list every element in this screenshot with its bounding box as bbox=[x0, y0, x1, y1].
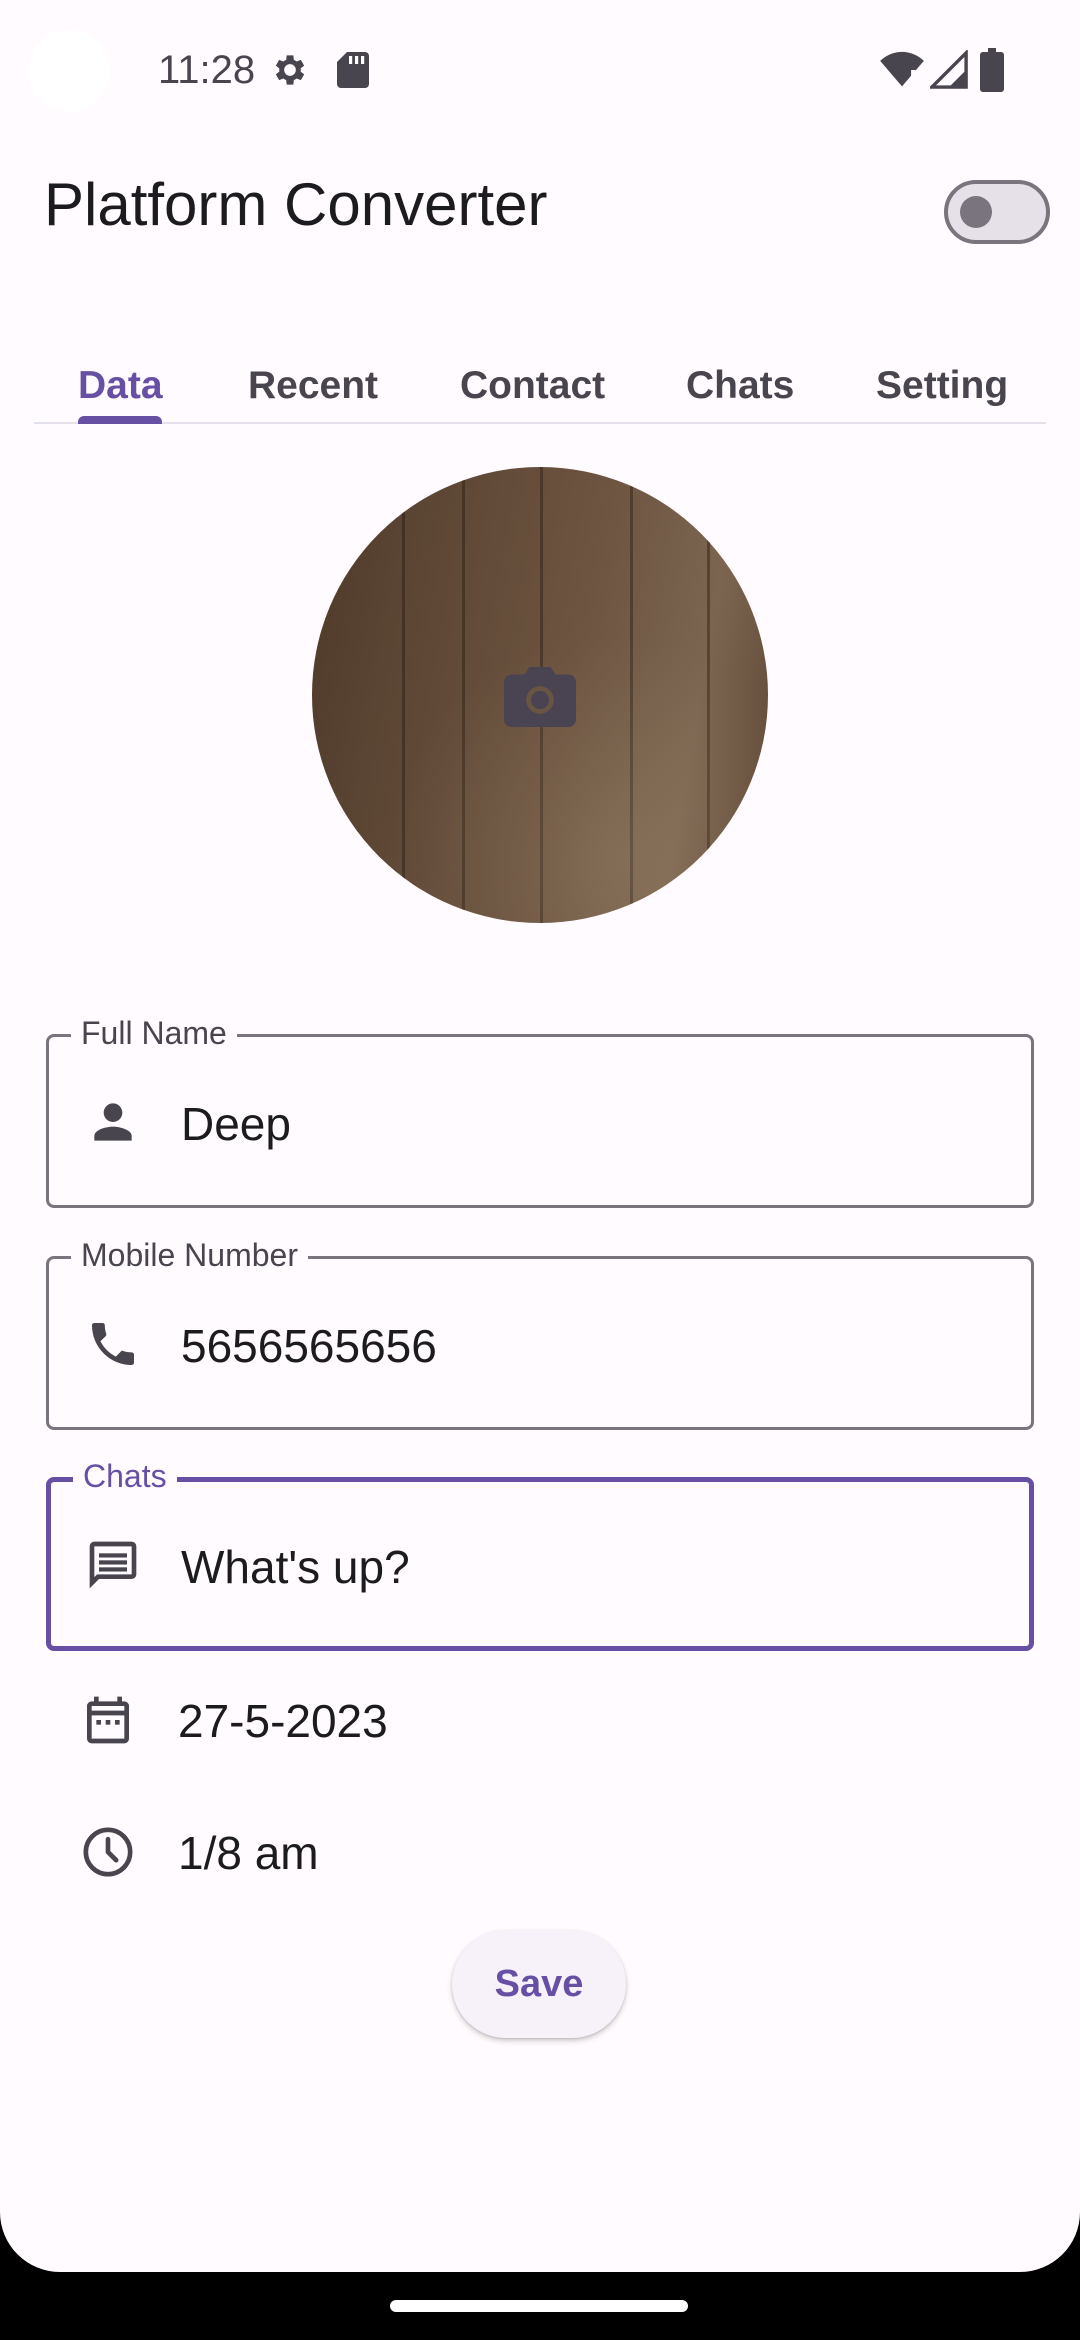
full-name-label: Full Name bbox=[71, 1015, 237, 1052]
chats-label: Chats bbox=[73, 1458, 177, 1495]
time-value: 1/8 am bbox=[178, 1827, 319, 1879]
date-picker-row[interactable]: 27-5-2023 bbox=[46, 1680, 1034, 1760]
status-time: 11:28 bbox=[158, 48, 256, 92]
tab-recent[interactable]: Recent bbox=[248, 364, 378, 408]
screen-corner-left bbox=[0, 2212, 60, 2272]
mobile-number-input[interactable]: 5656565656 bbox=[181, 1319, 437, 1373]
gear-icon bbox=[275, 55, 305, 85]
tab-chats[interactable]: Chats bbox=[686, 364, 794, 408]
date-value: 27-5-2023 bbox=[178, 1695, 388, 1747]
home-gesture-handle[interactable] bbox=[390, 2300, 688, 2312]
page-title: Platform Converter bbox=[44, 171, 548, 238]
theme-toggle[interactable] bbox=[944, 180, 1050, 244]
active-tab-indicator bbox=[78, 416, 162, 424]
calendar-icon bbox=[87, 1696, 129, 1744]
status-bar: 11:28 bbox=[0, 0, 1080, 140]
battery-icon bbox=[980, 48, 1004, 92]
front-camera-cutout bbox=[28, 30, 110, 112]
tab-data[interactable]: Data bbox=[78, 364, 163, 408]
mobile-number-label: Mobile Number bbox=[71, 1237, 308, 1274]
clock-icon bbox=[83, 1827, 133, 1877]
tab-bar: Data Recent Contact Chats Setting bbox=[34, 360, 1046, 424]
tab-setting[interactable]: Setting bbox=[876, 364, 1008, 408]
signal-icon bbox=[930, 50, 968, 89]
full-name-input[interactable]: Deep bbox=[181, 1097, 291, 1151]
tab-contact[interactable]: Contact bbox=[460, 364, 605, 408]
sd-card-icon bbox=[337, 52, 369, 88]
profile-photo-picker[interactable] bbox=[312, 467, 768, 923]
app-screen: 11:28 Platform Converter Data Recent Con… bbox=[0, 0, 1080, 2340]
phone-icon bbox=[92, 1323, 134, 1365]
camera-icon bbox=[504, 667, 576, 727]
time-picker-row[interactable]: 1/8 am bbox=[46, 1812, 1034, 1892]
message-icon bbox=[89, 1541, 137, 1589]
chats-input[interactable]: What's up? bbox=[181, 1540, 410, 1594]
mobile-number-field[interactable]: Mobile Number 5656565656 bbox=[46, 1237, 1034, 1430]
full-name-field[interactable]: Full Name Deep bbox=[46, 1015, 1034, 1208]
wifi-icon bbox=[880, 51, 924, 88]
screen-corner-right bbox=[1020, 2212, 1080, 2272]
toggle-knob bbox=[960, 196, 992, 228]
person-icon bbox=[94, 1103, 132, 1141]
save-button[interactable]: Save bbox=[452, 1930, 626, 2038]
chats-field[interactable]: Chats What's up? bbox=[46, 1458, 1034, 1651]
